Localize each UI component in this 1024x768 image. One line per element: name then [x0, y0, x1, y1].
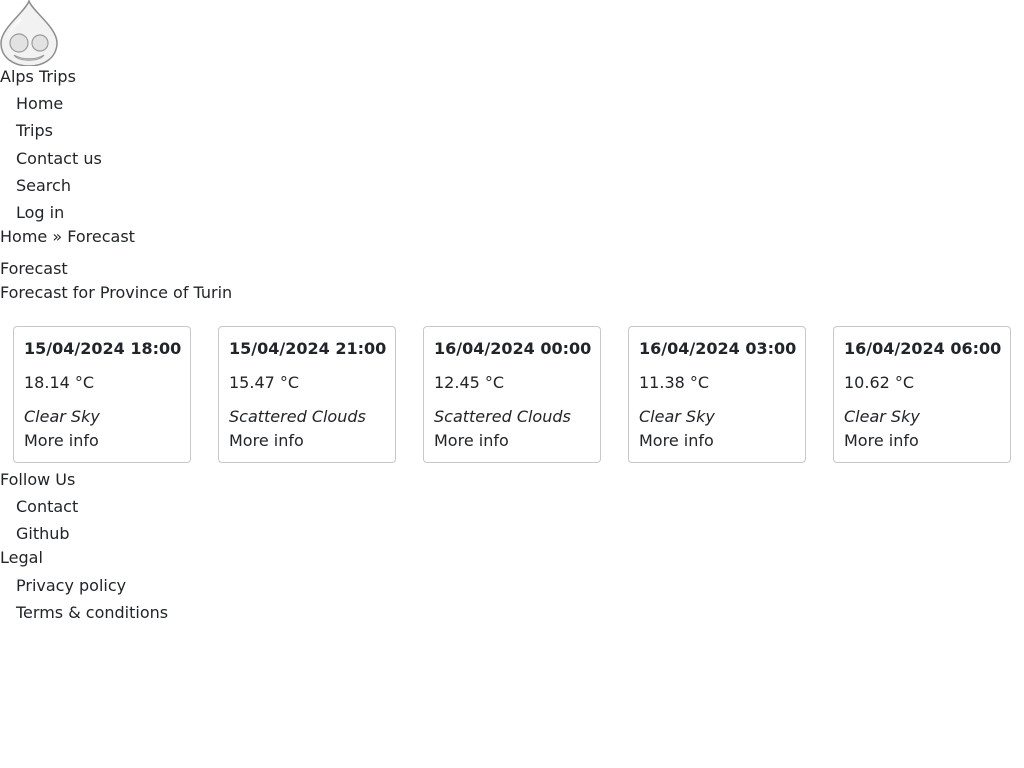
forecast-datetime: 16/04/2024 03:00 — [639, 339, 797, 358]
footer-link-contact[interactable]: Contact — [16, 497, 78, 524]
forecast-datetime: 16/04/2024 00:00 — [434, 339, 592, 358]
forecast-card: 16/04/2024 06:00 10.62 °C Clear Sky More… — [833, 326, 1011, 463]
forecast-card: 15/04/2024 21:00 15.47 °C Scattered Clou… — [218, 326, 396, 463]
breadcrumb-home-link[interactable]: Home — [0, 227, 47, 246]
footer-follow-list: Contact Github — [16, 497, 78, 551]
forecast-temperature: 12.45 °C — [434, 373, 505, 392]
forecast-condition: Clear Sky — [639, 407, 715, 426]
forecast-card: 16/04/2024 00:00 12.45 °C Scattered Clou… — [423, 326, 601, 463]
more-info-link[interactable]: More info — [229, 430, 304, 452]
footer-link-github[interactable]: Github — [16, 524, 78, 551]
forecast-condition: Scattered Clouds — [434, 407, 571, 426]
footer-follow-heading: Follow Us — [0, 470, 76, 489]
drupal-drop-icon — [0, 0, 58, 67]
more-info-link[interactable]: More info — [434, 430, 509, 452]
forecast-datetime: 15/04/2024 18:00 — [24, 339, 182, 358]
forecast-temperature: 15.47 °C — [229, 373, 300, 392]
breadcrumb-current: Forecast — [67, 227, 135, 246]
forecast-temperature: 10.62 °C — [844, 373, 915, 392]
site-name[interactable]: Alps Trips — [0, 67, 76, 87]
footer-legal-list: Privacy policy Terms & conditions — [16, 576, 168, 630]
main-nav: Home Trips Contact us Search Log in — [16, 94, 102, 230]
nav-item-contact-us[interactable]: Contact us — [16, 149, 102, 176]
page-title: Forecast — [0, 259, 68, 278]
forecast-temperature: 18.14 °C — [24, 373, 95, 392]
forecast-datetime: 15/04/2024 21:00 — [229, 339, 387, 358]
forecast-datetime: 16/04/2024 06:00 — [844, 339, 1002, 358]
footer-link-privacy-policy[interactable]: Privacy policy — [16, 576, 168, 603]
forecast-condition: Scattered Clouds — [229, 407, 366, 426]
nav-item-search[interactable]: Search — [16, 176, 102, 203]
forecast-temperature: 11.38 °C — [639, 373, 710, 392]
breadcrumb-separator: » — [52, 227, 63, 246]
site-logo[interactable] — [0, 0, 58, 67]
forecast-condition: Clear Sky — [24, 407, 100, 426]
footer-link-terms[interactable]: Terms & conditions — [16, 603, 168, 630]
breadcrumb: Home » Forecast — [0, 227, 135, 247]
footer-legal-heading: Legal — [0, 548, 43, 567]
more-info-link[interactable]: More info — [24, 430, 99, 452]
more-info-link[interactable]: More info — [639, 430, 714, 452]
nav-item-trips[interactable]: Trips — [16, 121, 102, 148]
forecast-card: 15/04/2024 18:00 18.14 °C Clear Sky More… — [13, 326, 191, 463]
forecast-card: 16/04/2024 03:00 11.38 °C Clear Sky More… — [628, 326, 806, 463]
more-info-link[interactable]: More info — [844, 430, 919, 452]
nav-item-home[interactable]: Home — [16, 94, 102, 121]
forecast-condition: Clear Sky — [844, 407, 920, 426]
page-subtitle: Forecast for Province of Turin — [0, 283, 233, 302]
